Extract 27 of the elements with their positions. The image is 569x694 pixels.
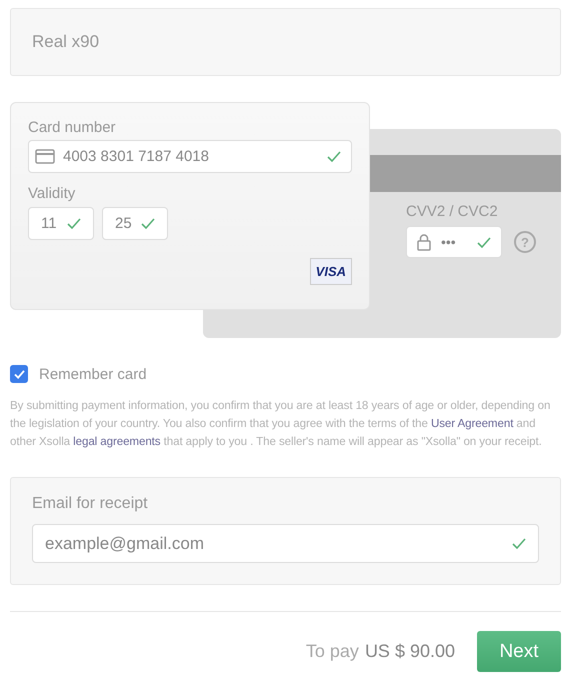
cvv-value: ••• xyxy=(441,234,457,250)
email-value: example@gmail.com xyxy=(45,534,205,554)
agreement-link[interactable]: legal agreements xyxy=(73,435,160,448)
product-title: Real x90 xyxy=(32,32,100,52)
card-number-field[interactable]: 4003 8301 7187 4018 xyxy=(28,140,352,173)
cvv-label: CVV2 / CVC2 xyxy=(406,203,499,220)
card-number-value: 4003 8301 7187 4018 xyxy=(63,148,210,165)
card-brand-logo: VISA xyxy=(310,258,352,285)
to-pay-label: To pay xyxy=(306,641,359,662)
lock-icon xyxy=(417,234,431,250)
total-amount: US $ 90.00 xyxy=(364,641,455,662)
remember-label: Remember card xyxy=(39,366,147,382)
validity-label: Validity xyxy=(28,185,76,202)
agreement-link[interactable]: User Agreement xyxy=(430,417,514,430)
email-label: Email for receipt xyxy=(32,495,149,513)
email-field[interactable]: example@gmail.com xyxy=(32,524,539,563)
validity-value: 25 xyxy=(115,215,133,232)
card-number-label: Card number xyxy=(28,119,117,136)
credit-card-icon xyxy=(35,149,55,164)
remember-checkbox[interactable] xyxy=(10,365,28,383)
cvv-field[interactable]: ••• xyxy=(406,226,502,258)
consent-text: By submitting payment information, you confirm that you are at least 18 years of age or older, depending on the legislation of your country. You also confirm that you agree with the terms of the User Agreement and other Xsolla legal agreements that apply to you . The seller's name will appear as "Xsolla" on your receipt. xyxy=(10,398,552,450)
next-button[interactable]: Next xyxy=(477,631,561,672)
validity-value: 11 xyxy=(41,215,58,232)
checkmark-icon xyxy=(14,370,24,378)
validity-field[interactable]: 11 xyxy=(28,207,94,240)
validity-field[interactable]: 25 xyxy=(102,207,168,240)
